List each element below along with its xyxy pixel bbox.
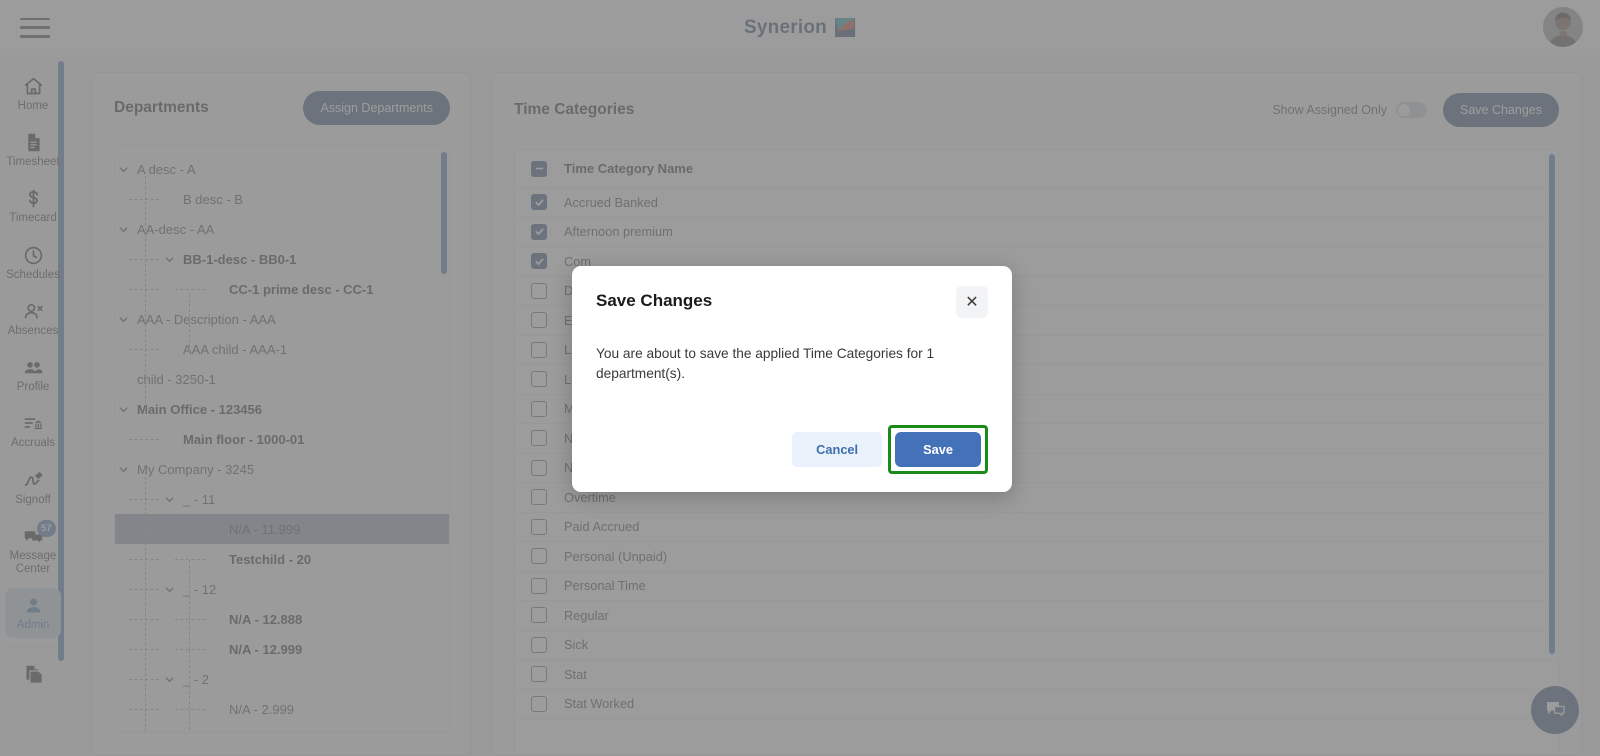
cancel-button[interactable]: Cancel	[792, 432, 883, 467]
save-button[interactable]: Save	[895, 432, 981, 467]
close-icon[interactable]: ✕	[956, 286, 988, 318]
save-button-highlight: Save	[888, 425, 988, 474]
dialog-title: Save Changes	[596, 291, 713, 310]
save-changes-dialog: Save Changes ✕ You are about to save the…	[572, 266, 1012, 492]
dialog-message: You are about to save the applied Time C…	[596, 346, 935, 382]
